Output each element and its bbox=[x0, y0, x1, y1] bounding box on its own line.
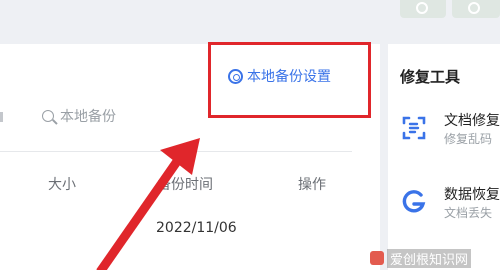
tool-item-data-recovery[interactable]: 数据恢复 文档丢失 bbox=[400, 184, 500, 224]
column-header-size[interactable]: 大小 bbox=[48, 174, 76, 194]
column-header-actions: 操作 bbox=[298, 177, 326, 193]
tool-item-document-repair[interactable]: 文档修复 修复乱码 bbox=[400, 110, 500, 150]
watermark-logo bbox=[370, 251, 384, 265]
watermark: 爱创根知识网 bbox=[370, 246, 500, 270]
window-control-button[interactable] bbox=[400, 0, 446, 18]
tool-name: 文档修复 bbox=[444, 113, 500, 129]
column-header-backup-time[interactable]: 备份时间 bbox=[157, 174, 213, 194]
local-backup-search[interactable]: 本地备份 bbox=[42, 106, 116, 126]
truncated-tab-fragment bbox=[0, 112, 3, 122]
search-placeholder: 本地备份 bbox=[60, 109, 116, 125]
window-icon bbox=[468, 2, 480, 14]
repair-tools-title: 修复工具 bbox=[400, 68, 461, 86]
data-recovery-icon bbox=[402, 190, 426, 213]
highlight-box bbox=[208, 42, 371, 118]
search-icon bbox=[42, 110, 54, 122]
backup-time-cell: 2022/11/06 bbox=[156, 220, 237, 236]
window-icon bbox=[416, 2, 428, 14]
tool-name: 数据恢复 bbox=[444, 187, 500, 203]
tool-description: 修复乱码 bbox=[444, 132, 493, 146]
tool-description: 文档丢失 bbox=[444, 206, 493, 220]
watermark-text: 爱创根知识网 bbox=[387, 248, 472, 268]
window-control-button[interactable] bbox=[452, 0, 500, 18]
divider bbox=[0, 151, 352, 152]
document-repair-icon bbox=[402, 116, 426, 140]
window-title-bar bbox=[0, 0, 500, 44]
